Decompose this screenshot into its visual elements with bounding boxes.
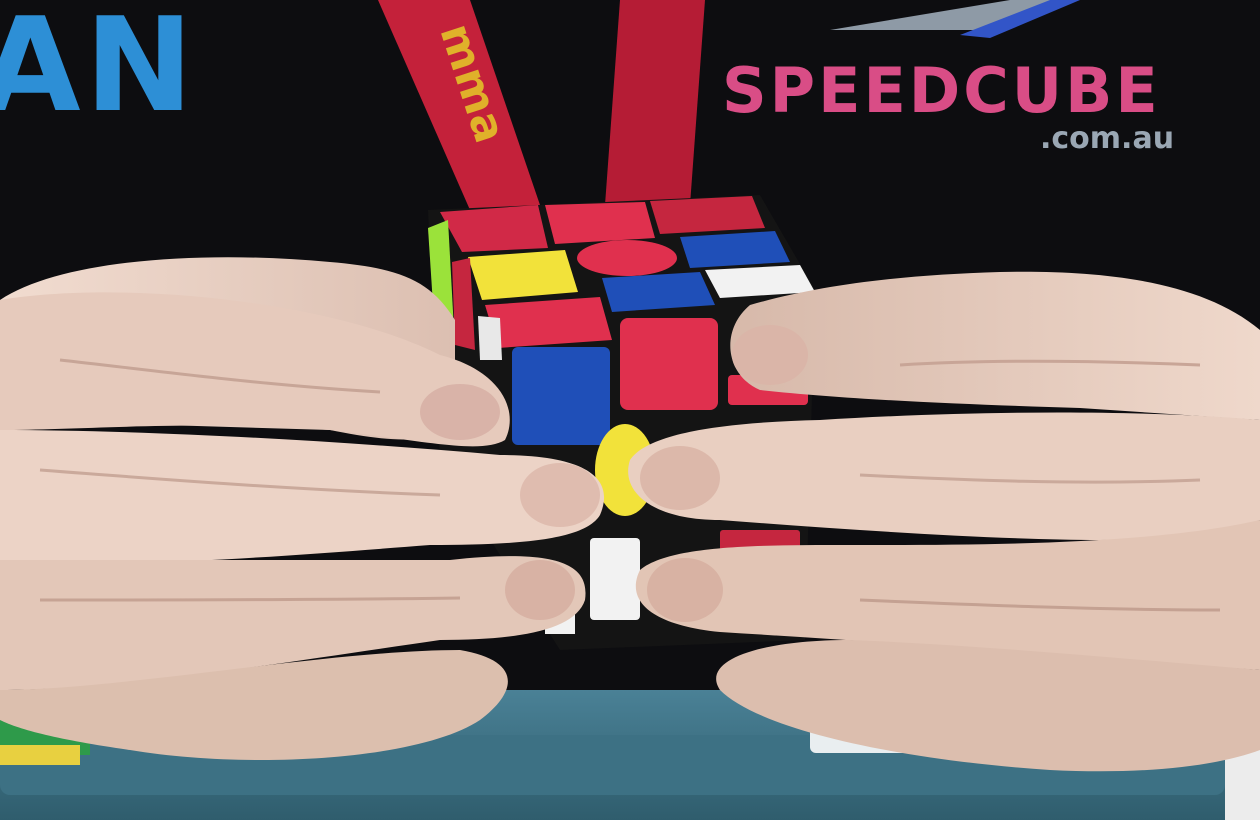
speedcube-domain: .com.au	[1040, 121, 1174, 156]
shirt-brand-left: AN	[0, 0, 197, 141]
photo-scene: AN mma SPEEDCUBE .com.au	[0, 0, 1260, 820]
speedcube-brand: SPEEDCUBE	[722, 54, 1161, 127]
